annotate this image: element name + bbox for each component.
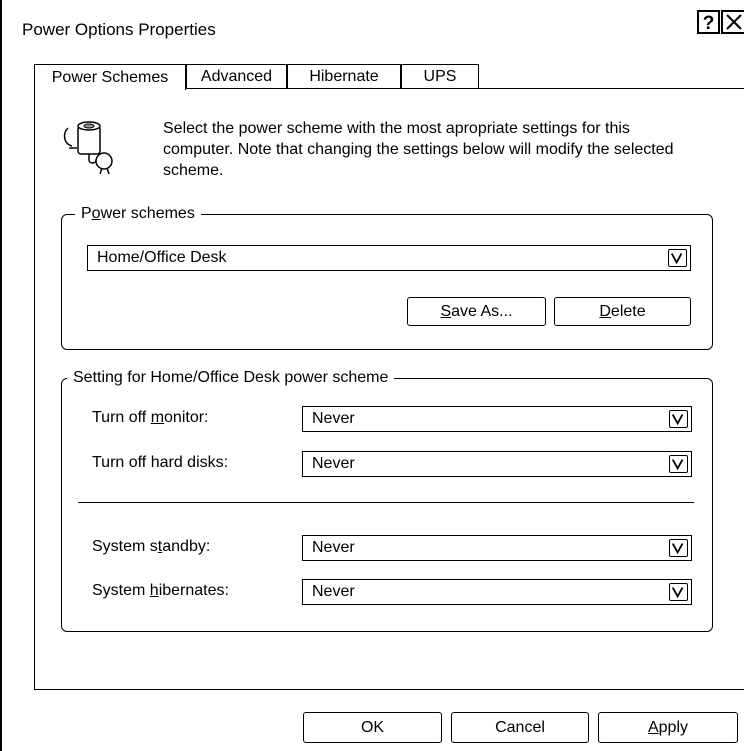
power-scheme-value: Home/Office Desk (97, 249, 227, 266)
standby-value: Never (312, 539, 355, 556)
power-plug-icon (63, 121, 113, 174)
tab-advanced[interactable]: Advanced (186, 64, 287, 89)
monitor-label: Turn off monitor: (92, 409, 209, 426)
hibernate-select[interactable]: Never (302, 579, 692, 605)
window-title: Power Options Properties (22, 20, 216, 39)
divider (78, 502, 694, 503)
dropdown-arrow-icon (668, 249, 687, 267)
cancel-button[interactable]: Cancel (451, 712, 589, 743)
power-schemes-legend: Power schemes (75, 205, 201, 223)
ok-button[interactable]: OK (303, 712, 442, 743)
svg-text:?: ? (703, 13, 715, 31)
dropdown-arrow-icon (669, 539, 688, 557)
disks-value: Never (312, 455, 355, 472)
hibernate-label: System hibernates: (92, 582, 229, 599)
standby-label: System standby: (92, 538, 211, 555)
disks-select[interactable]: Never (302, 451, 692, 477)
save-as-button[interactable]: Save As... (407, 297, 546, 326)
apply-button[interactable]: Apply (598, 712, 738, 743)
tab-hibernate[interactable]: Hibernate (287, 64, 401, 89)
close-icon (726, 14, 742, 30)
tab-ups[interactable]: UPS (401, 64, 479, 89)
help-icon: ? (703, 13, 715, 31)
monitor-select[interactable]: Never (302, 406, 692, 432)
hibernate-value: Never (312, 583, 355, 600)
delete-button[interactable]: Delete (554, 297, 691, 326)
description-text: Select the power scheme with the most ap… (163, 120, 674, 179)
monitor-value: Never (312, 410, 355, 427)
settings-legend: Setting for Home/Office Desk power schem… (67, 369, 395, 387)
close-button[interactable] (721, 10, 744, 34)
disks-label: Turn off hard disks: (92, 454, 229, 471)
standby-select[interactable]: Never (302, 535, 692, 561)
dropdown-arrow-icon (669, 583, 688, 601)
power-schemes-group (61, 214, 713, 350)
power-scheme-select[interactable]: Home/Office Desk (87, 245, 691, 271)
dropdown-arrow-icon (669, 410, 688, 428)
active-tab-joiner (35, 87, 185, 90)
help-button[interactable]: ? (697, 10, 720, 34)
dropdown-arrow-icon (669, 455, 688, 473)
